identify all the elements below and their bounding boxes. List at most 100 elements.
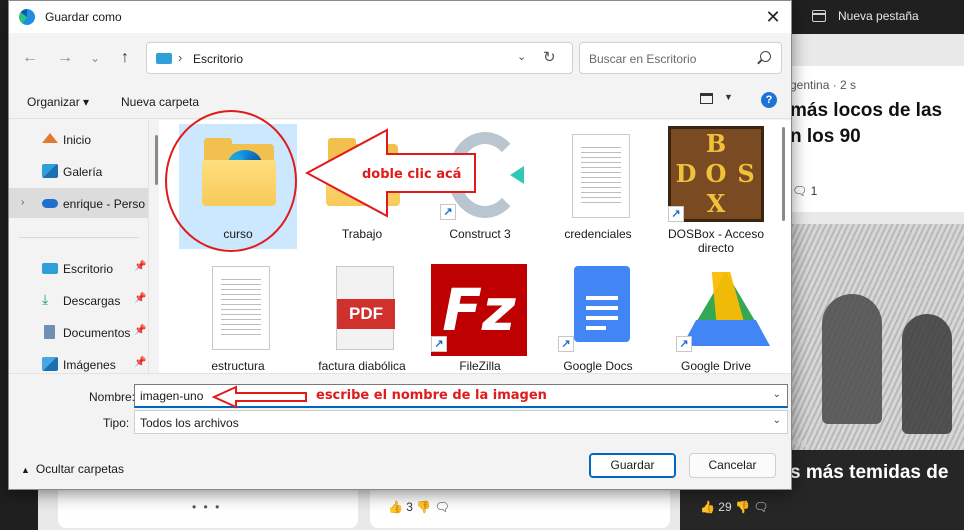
dialog-titlebar[interactable]: Guardar como ✕ — [9, 1, 791, 33]
cloud-icon — [42, 199, 58, 208]
sidebar-item-escritorio[interactable]: Escritorio 📌 — [9, 253, 148, 283]
sidebar-item-label: Escritorio — [63, 262, 114, 276]
annotation-write-name: escribe el nombre de la imagen — [316, 388, 547, 403]
navigation-bar: ← → ⌄ ↑ › Escritorio ⌄ ↻ Buscar en Escri… — [9, 33, 791, 83]
google-docs-icon: ↗ — [558, 262, 638, 352]
new-folder-button[interactable]: Nueva carpeta — [121, 95, 199, 109]
browser-new-tab[interactable]: Nueva pestaña — [800, 2, 964, 30]
like-group[interactable]: 👍 29 👎 🗨 — [700, 500, 768, 514]
file-name: factura diabólica — [318, 359, 406, 373]
file-item-dosbox[interactable]: B DOS X ↗ DOSBox - Acceso directo — [657, 124, 775, 255]
feed-card-title-2[interactable]: s más temidas de — [790, 462, 948, 484]
file-item-estructura[interactable]: estructura — [179, 256, 297, 373]
pin-icon: 📌 — [134, 357, 147, 368]
navigation-pane: Inicio Galería › enrique - Perso Escrito… — [9, 120, 149, 373]
sidebar-item-descargas[interactable]: ⤓ Descargas 📌 — [9, 285, 148, 315]
file-name: Trabajo — [341, 227, 383, 241]
filetype-select[interactable]: Todos los archivos ⌄ — [134, 410, 788, 434]
search-icon — [760, 51, 771, 62]
dialog-title: Guardar como — [45, 10, 122, 24]
shortcut-arrow-icon: ↗ — [676, 336, 692, 352]
hide-folders-label: Ocultar carpetas — [35, 462, 124, 476]
download-icon: ⤓ — [42, 291, 49, 307]
annotation-circle — [165, 110, 297, 252]
feed-card-age: 4d — [794, 436, 808, 450]
file-name: estructura — [211, 359, 265, 373]
search-placeholder: Buscar en Escritorio — [589, 52, 697, 66]
forward-arrow-icon[interactable]: → — [53, 47, 77, 69]
file-item-filezilla[interactable]: Fz ↗ FileZilla — [421, 256, 539, 373]
annotation-arrow-left-small — [212, 385, 307, 409]
google-drive-icon: ↗ — [676, 262, 770, 352]
sidebar-item-onedrive[interactable]: › enrique - Perso — [9, 188, 148, 218]
up-arrow-icon[interactable]: ↑ — [113, 47, 137, 69]
sidebar-scrollbar[interactable] — [155, 135, 158, 185]
images-icon — [42, 357, 58, 371]
gallery-icon — [42, 164, 58, 178]
file-name: Google Docs — [563, 359, 633, 373]
chevron-right-icon[interactable]: › — [178, 50, 182, 65]
feed-card-title[interactable]: más locos de las n los 90 — [790, 98, 942, 150]
pin-icon: 📌 — [134, 261, 147, 272]
chevron-down-icon[interactable]: ⌄ — [773, 415, 781, 426]
refresh-icon[interactable]: ↻ — [543, 48, 556, 66]
cancel-button[interactable]: Cancelar — [689, 453, 776, 478]
home-icon — [42, 133, 58, 143]
back-arrow-icon[interactable]: ← — [18, 47, 42, 69]
thumbs-down-icon: 👎 🗨 — [731, 500, 769, 514]
sidebar-item-documentos[interactable]: Documentos 📌 — [9, 317, 148, 347]
annotation-double-click: doble clic acá — [362, 167, 462, 182]
organize-button[interactable]: Organizar ▾ — [27, 95, 89, 109]
thumbs-down-icon: 👎 🗨 — [412, 500, 450, 514]
shortcut-arrow-icon: ↗ — [558, 336, 574, 352]
chevron-down-icon[interactable]: ⌄ — [773, 389, 781, 400]
sidebar-item-label: Galería — [63, 165, 103, 179]
sidebar-item-galeria[interactable]: Galería — [9, 156, 148, 186]
file-name: credenciales — [564, 227, 632, 241]
document-icon — [558, 130, 638, 220]
file-item-credenciales[interactable]: credenciales — [539, 124, 657, 249]
engraving-figure — [822, 294, 882, 424]
chevron-down-icon[interactable]: ▼ — [724, 92, 733, 102]
file-item-factura[interactable]: PDF factura diabólica — [303, 256, 421, 373]
save-button[interactable]: Guardar — [589, 453, 676, 478]
pin-icon: 📌 — [134, 293, 147, 304]
like-group[interactable]: 👍 3 👎 🗨 — [388, 500, 450, 514]
sidebar-item-label: Inicio — [63, 133, 92, 147]
file-name: Google Drive — [680, 359, 752, 373]
close-button[interactable]: ✕ — [761, 5, 785, 29]
hide-folders-button[interactable]: ▲ Ocultar carpetas — [21, 462, 124, 476]
pin-icon: 📌 — [134, 325, 147, 336]
view-icon[interactable] — [700, 93, 713, 104]
thumbs-up-icon: 👍 — [388, 500, 407, 514]
help-icon[interactable]: ? — [761, 92, 777, 108]
feed-card-image[interactable] — [792, 224, 964, 450]
file-list-scrollbar[interactable] — [782, 127, 785, 221]
file-item-google-docs[interactable]: ↗ Google Docs — [539, 256, 657, 373]
feed-card-title-line1: más locos de las — [790, 100, 943, 121]
shortcut-arrow-icon: ↗ — [431, 336, 447, 352]
sidebar-item-label: Descargas — [63, 294, 121, 308]
sidebar-item-label: Documentos — [63, 326, 131, 340]
save-as-dialog: Guardar como ✕ ← → ⌄ ↑ › Escritorio ⌄ ↻ … — [8, 0, 792, 490]
browser-tab-label: Nueva pestaña — [838, 9, 919, 23]
chevron-right-icon[interactable]: › — [21, 197, 24, 208]
sidebar-item-inicio[interactable]: Inicio — [9, 124, 148, 154]
sidebar-item-label: Imágenes — [63, 358, 116, 372]
file-name: FileZilla — [459, 359, 501, 373]
search-input[interactable]: Buscar en Escritorio — [579, 42, 782, 74]
file-item-google-drive[interactable]: ↗ Google Drive — [657, 256, 775, 373]
engraving-figure — [902, 314, 952, 434]
address-bar[interactable]: › Escritorio ⌄ ↻ — [146, 42, 573, 74]
more-options-icon[interactable]: • • • — [192, 500, 221, 514]
desktop-icon — [156, 53, 172, 64]
sidebar-item-imagenes[interactable]: Imágenes 📌 — [9, 349, 148, 373]
recent-locations-chevron-icon[interactable]: ⌄ — [83, 47, 107, 69]
chevron-down-icon[interactable]: ⌄ — [517, 50, 526, 63]
feed-card-title-line2: n los 90 — [790, 126, 861, 147]
address-path: Escritorio — [193, 52, 244, 66]
sidebar-item-label: enrique - Perso — [63, 197, 146, 211]
feed-card-comments[interactable]: 🗨 1 — [792, 184, 817, 198]
sidebar-divider — [19, 237, 139, 238]
filetype-label: Tipo: — [103, 416, 130, 430]
